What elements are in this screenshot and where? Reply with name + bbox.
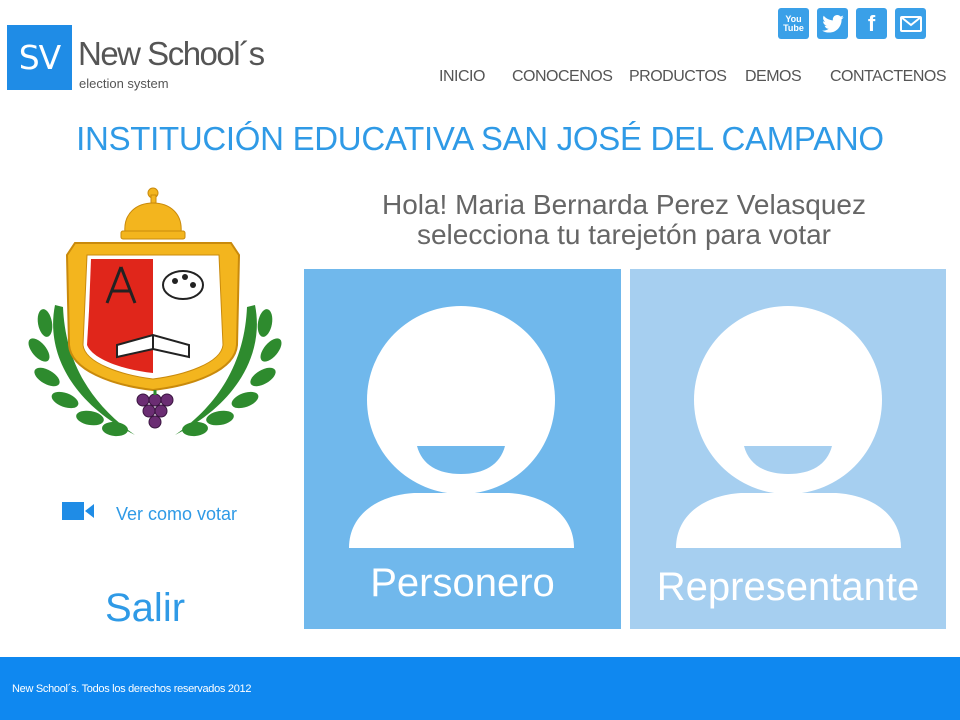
facebook-icon[interactable]: f: [856, 8, 887, 39]
nav-item-contactenos[interactable]: CONTACTENOS: [830, 68, 946, 86]
ballot-personero-label: Personero: [370, 561, 555, 605]
facebook-icon-glyph: f: [867, 10, 876, 36]
page-title: INSTITUCIÓN EDUCATIVA SAN JOSÉ DEL CAMPA…: [76, 120, 884, 157]
nav-item-inicio[interactable]: INICIO: [439, 68, 485, 86]
nav-item-productos[interactable]: PRODUCTOS: [629, 68, 727, 86]
video-camera-icon[interactable]: [62, 500, 94, 522]
school-crest-icon: [28, 187, 282, 437]
how-to-vote-link[interactable]: Ver como votar: [116, 504, 237, 525]
twitter-icon[interactable]: [817, 8, 848, 39]
greeting: Hola! Maria Bernarda Perez Velasquez sel…: [300, 190, 948, 250]
envelope-glyph: [899, 15, 922, 32]
logout-button[interactable]: Salir: [105, 586, 185, 631]
email-icon[interactable]: [895, 8, 926, 39]
nav-item-conocenos[interactable]: CONOCENOS: [512, 68, 613, 86]
twitter-bird-glyph: [821, 14, 844, 33]
ballot-representante-button[interactable]: Representante: [630, 269, 946, 629]
main-nav: INICIO CONOCENOS PRODUCTOS DEMOS CONTACT…: [0, 68, 960, 90]
ballot-representante-label: Representante: [656, 565, 920, 609]
ballot-personero-button[interactable]: Personero: [304, 269, 621, 629]
nav-item-demos[interactable]: DEMOS: [745, 68, 802, 86]
footer-copyright: New School´s. Todos los derechos reserva…: [12, 683, 252, 695]
footer: New School´s. Todos los derechos reserva…: [0, 657, 960, 720]
greeting-line2: selecciona tu tarejetón para votar: [416, 219, 832, 250]
youtube-icon[interactable]: You Tube: [778, 8, 809, 39]
brand-name: New School´s: [78, 35, 265, 72]
greeting-line1: Hola! Maria Bernarda Perez Velasquez: [381, 189, 867, 220]
youtube-icon-line2: Tube: [783, 22, 804, 33]
